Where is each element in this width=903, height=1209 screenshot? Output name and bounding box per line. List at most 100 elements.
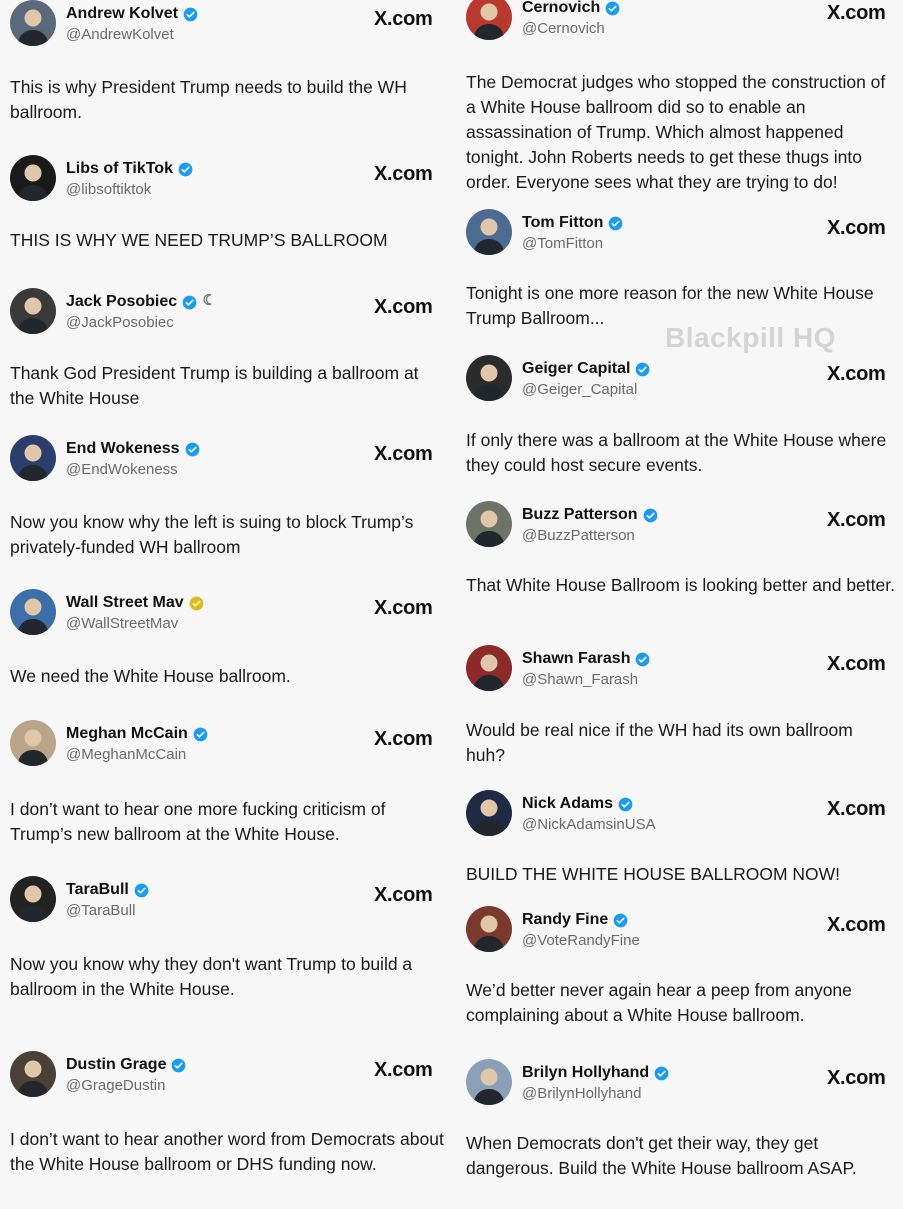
person-photo-icon — [466, 645, 512, 691]
author-handle[interactable]: @Geiger_Capital — [522, 381, 637, 398]
avatar[interactable] — [10, 155, 56, 201]
person-photo-icon — [10, 0, 56, 46]
x-com-source-label[interactable]: X.com — [827, 1067, 886, 1090]
tweet-header: Brilyn Hollyhand @BrilynHollyhand X.com — [466, 1059, 896, 1111]
avatar[interactable] — [466, 501, 512, 547]
tweet-header: Geiger Capital @Geiger_Capital X.com — [466, 355, 896, 407]
verified-badge-icon — [613, 913, 628, 928]
x-com-source-label[interactable]: X.com — [827, 217, 886, 240]
author-name[interactable]: Wall Street Mav — [66, 594, 184, 612]
avatar[interactable] — [466, 355, 512, 401]
person-photo-icon — [466, 355, 512, 401]
tweet-card: End Wokeness @EndWokeness X.com Now you kno… — [10, 435, 445, 585]
person-photo-icon — [466, 1059, 512, 1105]
x-com-source-label[interactable]: X.com — [827, 798, 886, 821]
x-com-source-label[interactable]: X.com — [374, 296, 433, 319]
author-name[interactable]: Libs of TikTok — [66, 160, 173, 178]
verified-badge-icon — [643, 508, 658, 523]
verified-badge-icon — [608, 216, 623, 231]
tweet-card: Andrew Kolvet @AndrewKolvet X.com This is w… — [10, 0, 445, 150]
x-com-source-label[interactable]: X.com — [827, 914, 886, 937]
author-name[interactable]: Shawn Farash — [522, 650, 630, 668]
tweet-header: Andrew Kolvet @AndrewKolvet X.com — [10, 0, 445, 52]
avatar[interactable] — [466, 209, 512, 255]
libs-of-tiktok-logo-icon — [10, 155, 56, 201]
avatar[interactable] — [466, 1059, 512, 1105]
tweet-card: Libs of TikTok @libsoftiktok X.com THIS IS … — [10, 155, 445, 305]
author-name[interactable]: Tom Fitton — [522, 214, 603, 232]
avatar[interactable] — [10, 1051, 56, 1097]
author-handle[interactable]: @libsoftiktok — [66, 181, 151, 198]
x-com-source-label[interactable]: X.com — [827, 509, 886, 532]
verified-badge-icon — [193, 727, 208, 742]
tweet-text: Now you know why the left is suing to bl… — [10, 512, 414, 557]
verified-badge-icon — [635, 652, 650, 667]
avatar[interactable] — [10, 435, 56, 481]
author-handle[interactable]: @TaraBull — [66, 902, 135, 919]
author-name[interactable]: Geiger Capital — [522, 360, 630, 378]
crescent-moon-icon — [202, 293, 215, 311]
author-handle[interactable]: @BuzzPatterson — [522, 527, 635, 544]
author-handle[interactable]: @MeghanMcCain — [66, 746, 186, 763]
author-name[interactable]: Randy Fine — [522, 911, 608, 929]
author-handle[interactable]: @NickAdamsinUSA — [522, 816, 656, 833]
author-handle[interactable]: @GrageDustin — [66, 1077, 165, 1094]
author-name[interactable]: End Wokeness — [66, 440, 180, 458]
tweet-card: Brilyn Hollyhand @BrilynHollyhand X.com Whe… — [466, 1059, 896, 1209]
avatar[interactable] — [10, 288, 56, 334]
x-com-source-label[interactable]: X.com — [827, 363, 886, 386]
author-handle[interactable]: @VoteRandyFine — [522, 932, 640, 949]
avatar[interactable] — [466, 645, 512, 691]
author-name[interactable]: Buzz Patterson — [522, 506, 638, 524]
author-name[interactable]: Dustin Grage — [66, 1056, 166, 1074]
avatar[interactable] — [10, 720, 56, 766]
verified-badge-icon — [185, 442, 200, 457]
verified-badge-icon — [605, 1, 620, 16]
x-com-source-label[interactable]: X.com — [827, 653, 886, 676]
author-name[interactable]: Meghan McCain — [66, 725, 188, 743]
tweet-text: Thank God President Trump is building a … — [10, 363, 419, 408]
author-handle[interactable]: @AndrewKolvet — [66, 26, 174, 43]
tweet-text: THIS IS WHY WE NEED TRUMP’S BALLROOM — [10, 230, 388, 250]
author-name[interactable]: Nick Adams — [522, 795, 613, 813]
x-com-source-label[interactable]: X.com — [374, 163, 433, 186]
author-name[interactable]: Cernovich — [522, 0, 600, 17]
x-com-source-label[interactable]: X.com — [374, 884, 433, 907]
x-com-source-label[interactable]: X.com — [374, 597, 433, 620]
author-handle[interactable]: @EndWokeness — [66, 461, 178, 478]
author-handle[interactable]: @BrilynHollyhand — [522, 1085, 641, 1102]
author-name[interactable]: Jack Posobiec — [66, 293, 177, 311]
tweet-text: Now you know why they don't want Trump t… — [10, 954, 413, 999]
x-com-source-label[interactable]: X.com — [374, 1059, 433, 1082]
verified-badge-icon — [654, 1066, 669, 1081]
tweet-text: That White House Ballroom is looking bet… — [466, 575, 895, 595]
author-name[interactable]: Brilyn Hollyhand — [522, 1064, 649, 1082]
avatar[interactable] — [10, 876, 56, 922]
tweet-card: Buzz Patterson @BuzzPatterson X.com That Wh… — [466, 501, 896, 651]
author-name[interactable]: TaraBull — [66, 881, 129, 899]
author-handle[interactable]: @WallStreetMav — [66, 615, 178, 632]
verified-badge-icon — [171, 1058, 186, 1073]
x-com-source-label[interactable]: X.com — [374, 8, 433, 31]
avatar[interactable] — [466, 0, 512, 40]
tweet-card: Shawn Farash @Shawn_Farash X.com Would be r… — [466, 645, 896, 795]
author-handle[interactable]: @JackPosobiec — [66, 314, 174, 331]
x-com-source-label[interactable]: X.com — [374, 443, 433, 466]
author-handle[interactable]: @TomFitton — [522, 235, 603, 252]
author-handle[interactable]: @Shawn_Farash — [522, 671, 638, 688]
x-com-source-label[interactable]: X.com — [827, 2, 886, 25]
author-name[interactable]: Andrew Kolvet — [66, 5, 178, 23]
verified-badge-icon — [178, 162, 193, 177]
avatar[interactable] — [466, 906, 512, 952]
avatar[interactable] — [10, 589, 56, 635]
end-wokeness-logo-icon — [10, 435, 56, 481]
author-handle[interactable]: @Cernovich — [522, 20, 605, 37]
person-photo-icon — [466, 209, 512, 255]
tweet-header: Randy Fine @VoteRandyFine X.com — [466, 906, 896, 958]
avatar[interactable] — [466, 790, 512, 836]
person-photo-icon — [10, 1051, 56, 1097]
tweet-text: Would be real nice if the WH had its own… — [466, 720, 853, 765]
avatar[interactable] — [10, 0, 56, 46]
x-com-source-label[interactable]: X.com — [374, 728, 433, 751]
tweet-card: Dustin Grage @GrageDustin X.com I don’t wan… — [10, 1051, 445, 1201]
